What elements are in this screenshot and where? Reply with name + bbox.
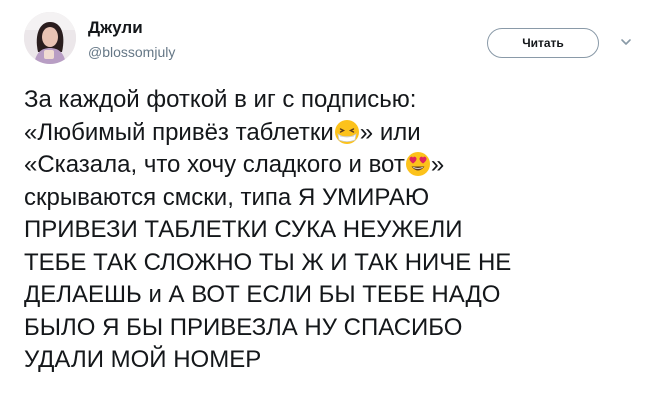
tweet-card: Джули @blossomjuly Читать За каждой фотк… xyxy=(0,0,656,418)
tweet-line: УДАЛИ МОЙ НОМЕР xyxy=(24,346,262,373)
follow-button[interactable]: Читать xyxy=(487,28,599,58)
tweet-line-text: «Сказала, что хочу сладкого и вот xyxy=(24,151,405,178)
tweet-line: скрываются смски, типа Я УМИРАЮ xyxy=(24,183,430,211)
tweet-line: ПРИВЕЗИ ТАБЛЕТКИ СУКА НЕУЖЕЛИ xyxy=(24,216,463,243)
tweet-line: За каждой фоткой в иг с подписью: xyxy=(24,86,417,113)
username-handle[interactable]: @blossomjuly xyxy=(88,44,175,60)
display-name[interactable]: Джули xyxy=(88,18,143,38)
tweet-line-text: » xyxy=(430,151,445,178)
tweet-line: «Любимый привёз таблетки » или xyxy=(24,117,644,150)
avatar-photo xyxy=(24,12,76,64)
tweet-line-text: » или xyxy=(359,118,421,146)
tweet-line: «Сказала, что хочу сладкого и вот » xyxy=(24,149,644,182)
tweet-line: ТЕБЕ ТАК СЛОЖНО ТЫ Ж И ТАК НИЧЕ НЕ xyxy=(24,248,512,276)
tweet-line: БЫЛО Я БЫ ПРИВЕЗЛА НУ СПАСИБО xyxy=(24,313,463,341)
tweet-text: За каждой фоткой в иг с подписью: «Любим… xyxy=(24,84,644,377)
tweet-line-text: «Любимый привёз таблетки xyxy=(24,118,334,146)
tweet-line: ДЕЛАЕШЬ и А ВОТ ЕСЛИ БЫ ТЕБЕ НАДО xyxy=(24,281,501,308)
heart-eyes-emoji xyxy=(405,151,431,177)
sick-face-emoji xyxy=(334,119,360,145)
chevron-down-icon[interactable] xyxy=(618,34,634,50)
avatar[interactable] xyxy=(24,12,76,64)
